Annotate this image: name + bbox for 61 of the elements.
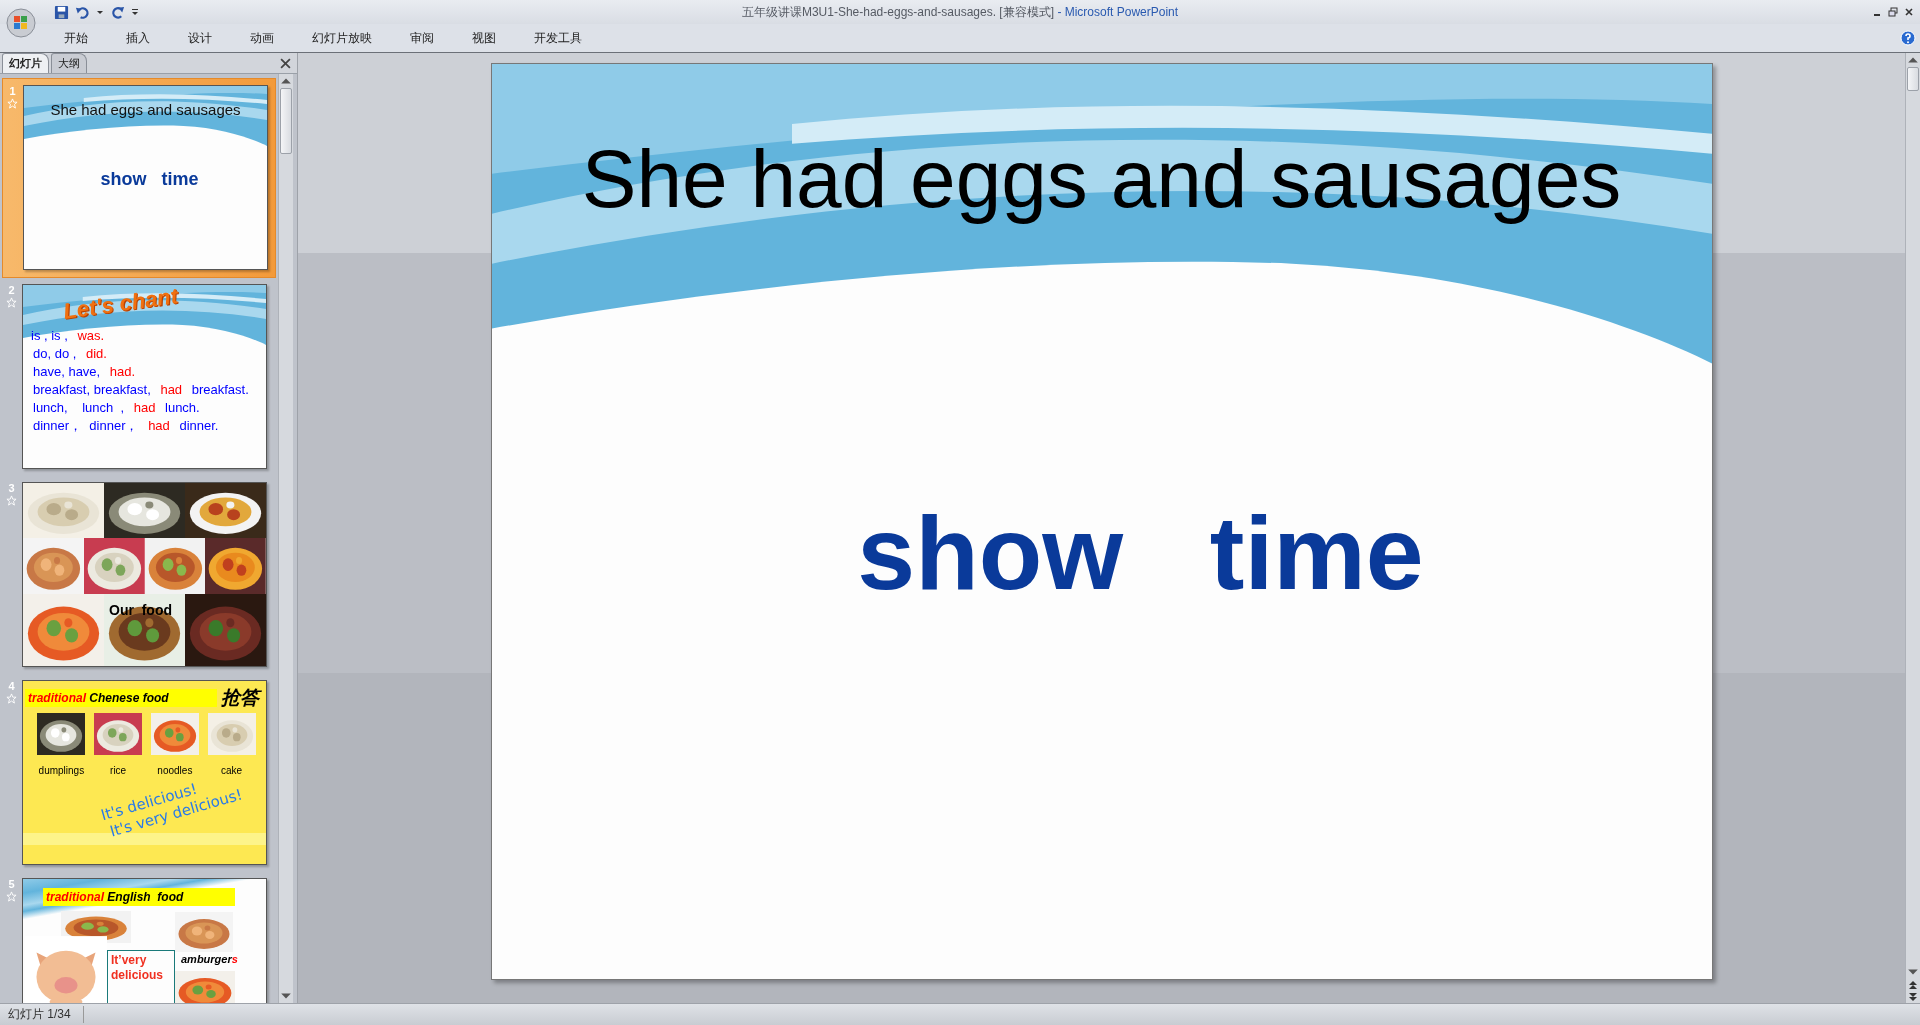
- ribbon-tab[interactable]: 插入: [110, 27, 166, 49]
- customize-caret-icon[interactable]: [131, 8, 139, 16]
- slide-number: 4: [8, 680, 15, 692]
- chant-line: is , is , was.: [31, 327, 106, 345]
- window-title: 五年级讲课M3U1-She-had-eggs-and-sausages. [兼容模式]: [741, 5, 1055, 19]
- slide-thumbnail[interactable]: Let's chant is , is , was. do, do , did. have, have, had. breakfast, breakfast, had breakfast. lunch, lunch , had lunch. dinner， dinner， had dinner.: [22, 284, 267, 469]
- restore-icon[interactable]: [1888, 7, 1898, 17]
- app-name: - Microsoft PowerPoint: [1057, 5, 1179, 19]
- food-label: amburgers: [181, 953, 238, 965]
- help-icon[interactable]: [1900, 30, 1916, 46]
- slide-number: 2: [8, 284, 15, 296]
- slide-title: She had eggs and sausages: [49, 101, 242, 118]
- slide-subtitle: show time: [856, 494, 1424, 613]
- star-icon: [6, 495, 17, 506]
- ribbon-tab[interactable]: 设计: [172, 27, 228, 49]
- chant-line: do, do , did.: [33, 345, 108, 363]
- slide-thumbnail[interactable]: She had eggs and sausages show time: [23, 85, 268, 270]
- slide-title: She had eggs and sausages: [581, 132, 1622, 226]
- star-icon: [6, 693, 17, 704]
- food-label: cake: [221, 765, 243, 776]
- chant-line: breakfast, breakfast, had breakfast.: [33, 381, 250, 399]
- ribbon-tab[interactable]: 开发工具: [518, 27, 598, 49]
- previous-slide-icon[interactable]: [1908, 980, 1918, 990]
- slide-number: 1: [9, 85, 16, 97]
- star-icon: [6, 297, 17, 308]
- chant-line: dinner， dinner， had dinner.: [33, 417, 220, 435]
- chant-line: have, have, had.: [33, 363, 137, 381]
- speech-box: It’very delicious: [107, 950, 175, 1003]
- slide-number: 3: [8, 482, 15, 494]
- close-icon[interactable]: [280, 58, 291, 69]
- scroll-down-icon[interactable]: [280, 991, 292, 1001]
- ribbon-tab[interactable]: 幻灯片放映: [296, 27, 388, 49]
- slide-heading: traditional English food: [43, 888, 235, 906]
- food-label: rice: [110, 765, 127, 776]
- scrollbar-thumb[interactable]: [1907, 67, 1919, 91]
- scroll-up-icon[interactable]: [280, 76, 292, 86]
- food-label: noodles: [157, 765, 193, 776]
- ribbon-tab[interactable]: 视图: [456, 27, 512, 49]
- star-icon: [6, 891, 17, 902]
- scrollbar-thumb[interactable]: [280, 88, 292, 154]
- caret-icon[interactable]: [96, 8, 104, 16]
- ribbon-tab[interactable]: 动画: [234, 27, 290, 49]
- star-icon: [7, 98, 18, 109]
- scroll-up-icon[interactable]: [1907, 55, 1919, 65]
- panel-tab[interactable]: 幻灯片: [2, 53, 49, 73]
- slide-heading: traditional Chenese food: [25, 689, 217, 707]
- redo-icon[interactable]: [110, 4, 125, 20]
- close-icon[interactable]: [1904, 7, 1914, 17]
- slide-counter: 幻灯片 1/34: [0, 1006, 84, 1023]
- chant-line: lunch, lunch , had lunch.: [33, 399, 201, 417]
- selected-thumbnail-background[interactable]: 1 She had eggs and sausages show time: [2, 78, 276, 278]
- scroll-down-icon[interactable]: [1907, 967, 1919, 977]
- chant-heading: Let's chant: [61, 285, 180, 325]
- slide-number: 5: [8, 878, 15, 890]
- food-label: dumplings: [38, 765, 85, 776]
- ribbon-tab[interactable]: 审阅: [394, 27, 450, 49]
- ribbon-tab[interactable]: 开始: [48, 27, 104, 49]
- panel-tab[interactable]: 大纲: [51, 53, 87, 73]
- slide-subtitle: show time: [99, 169, 200, 190]
- undo-icon[interactable]: [75, 4, 90, 20]
- save-icon[interactable]: [54, 4, 69, 20]
